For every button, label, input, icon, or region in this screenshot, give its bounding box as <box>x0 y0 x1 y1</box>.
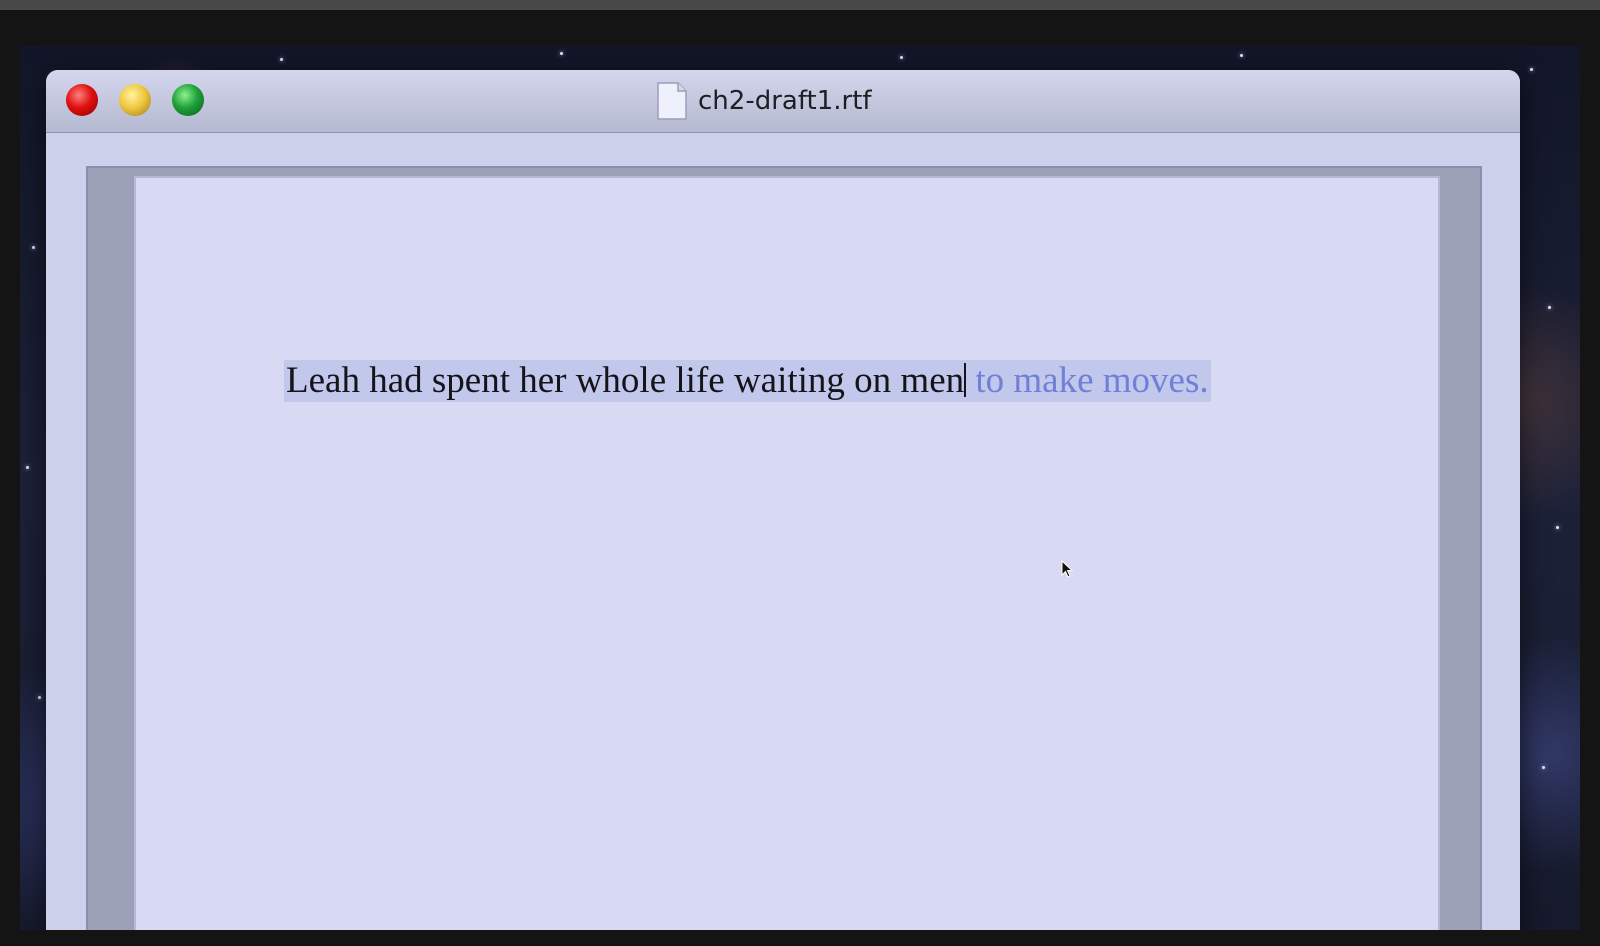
star <box>1542 766 1545 769</box>
maximize-button[interactable] <box>172 84 204 116</box>
autocomplete-suggestion[interactable]: to make moves. <box>966 360 1208 401</box>
document-icon <box>656 81 688 121</box>
window-title: ch2-draft1.rtf <box>656 78 872 124</box>
page-frame: Leah had spent her whole life waiting on… <box>86 166 1482 930</box>
desktop-wallpaper: ch2-draft1.rtf Leah had spent her whole … <box>20 46 1580 930</box>
star <box>26 466 29 469</box>
star <box>38 696 41 699</box>
document-window: ch2-draft1.rtf Leah had spent her whole … <box>46 70 1520 930</box>
typed-text: Leah had spent her whole life waiting on… <box>286 360 965 401</box>
star <box>1240 54 1243 57</box>
star <box>560 52 563 55</box>
top-bar <box>0 0 1600 10</box>
star <box>1530 68 1533 71</box>
window-title-text: ch2-draft1.rtf <box>698 86 872 116</box>
star <box>1548 306 1551 309</box>
star <box>280 58 283 61</box>
close-button[interactable] <box>66 84 98 116</box>
window-titlebar[interactable]: ch2-draft1.rtf <box>46 70 1520 133</box>
star <box>32 246 35 249</box>
text-line[interactable]: Leah had spent her whole life waiting on… <box>284 360 1211 402</box>
minimize-button[interactable] <box>119 84 151 116</box>
document-content-area: Leah had spent her whole life waiting on… <box>46 133 1520 930</box>
star <box>1556 526 1559 529</box>
mouse-pointer-icon <box>1061 559 1075 583</box>
star <box>900 56 903 59</box>
document-page[interactable]: Leah had spent her whole life waiting on… <box>134 176 1440 930</box>
